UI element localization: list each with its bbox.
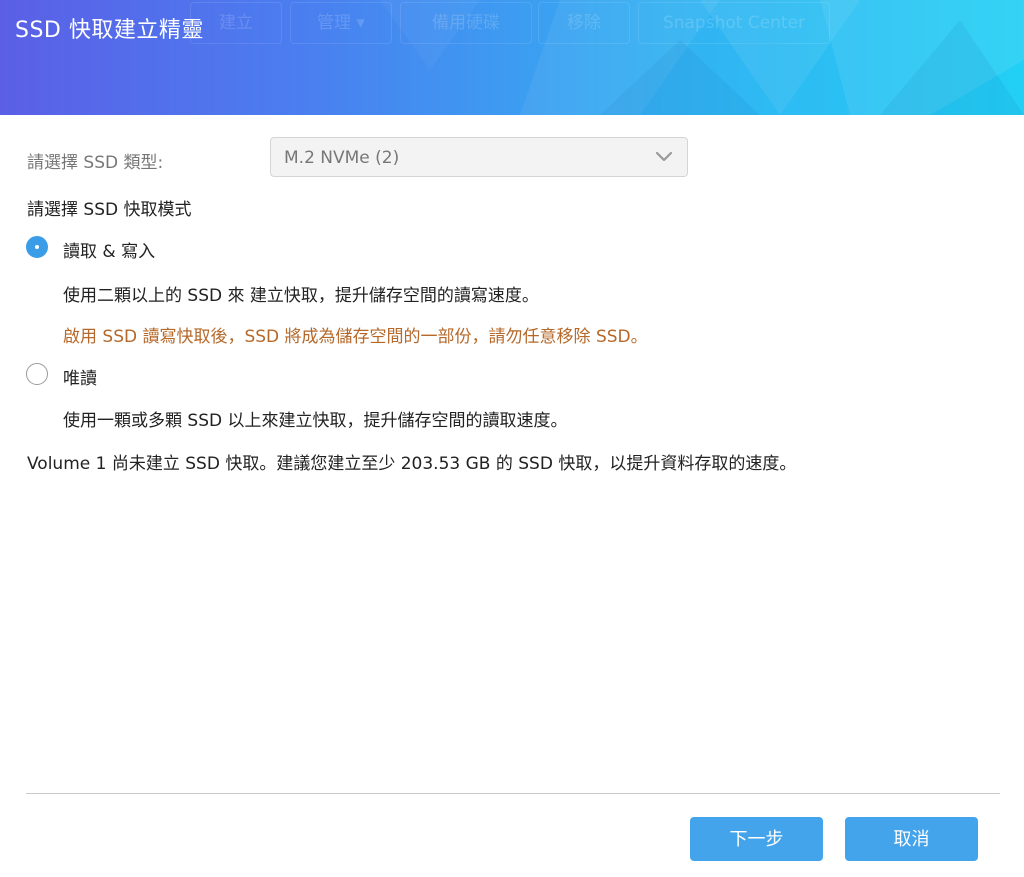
read-only-radio[interactable]	[26, 363, 48, 385]
read-only-option-label[interactable]: 唯讀	[63, 364, 97, 389]
background-tab: 管理 ▾	[290, 2, 392, 44]
wizard-title: SSD 快取建立精靈	[15, 18, 204, 43]
read-write-radio[interactable]	[26, 236, 48, 258]
background-tab: 備用硬碟	[400, 2, 532, 44]
ssd-cache-wizard: 建立 管理 ▾ 備用硬碟 移除 Snapshot Center SSD 快取建立…	[0, 0, 1024, 877]
cancel-button[interactable]: 取消	[845, 817, 978, 861]
read-write-warning: 啟用 SSD 讀寫快取後，SSD 將成為儲存空間的一部份，請勿任意移除 SSD。	[63, 327, 648, 347]
ssd-type-selected-value: M.2 NVMe (2)	[284, 148, 400, 168]
next-button[interactable]: 下一步	[690, 817, 823, 861]
background-tab: 移除	[538, 2, 630, 44]
cache-mode-label: 請選擇 SSD 快取模式	[27, 200, 192, 220]
read-only-description: 使用一顆或多顆 SSD 以上來建立快取，提升儲存空間的讀取速度。	[63, 411, 568, 431]
read-write-option-label[interactable]: 讀取 & 寫入	[63, 237, 155, 262]
ssd-type-label: 請選擇 SSD 類型:	[27, 153, 164, 173]
wizard-header: 建立 管理 ▾ 備用硬碟 移除 Snapshot Center SSD 快取建立…	[0, 0, 1024, 115]
ssd-type-select[interactable]: M.2 NVMe (2)	[270, 137, 688, 177]
background-tab: Snapshot Center	[638, 2, 830, 44]
read-write-description: 使用二顆以上的 SSD 來 建立快取，提升儲存空間的讀寫速度。	[63, 286, 539, 306]
footer-divider	[26, 793, 1000, 794]
chevron-down-icon	[655, 151, 673, 162]
cache-recommendation: Volume 1 尚未建立 SSD 快取。建議您建立至少 203.53 GB 的…	[27, 454, 797, 474]
